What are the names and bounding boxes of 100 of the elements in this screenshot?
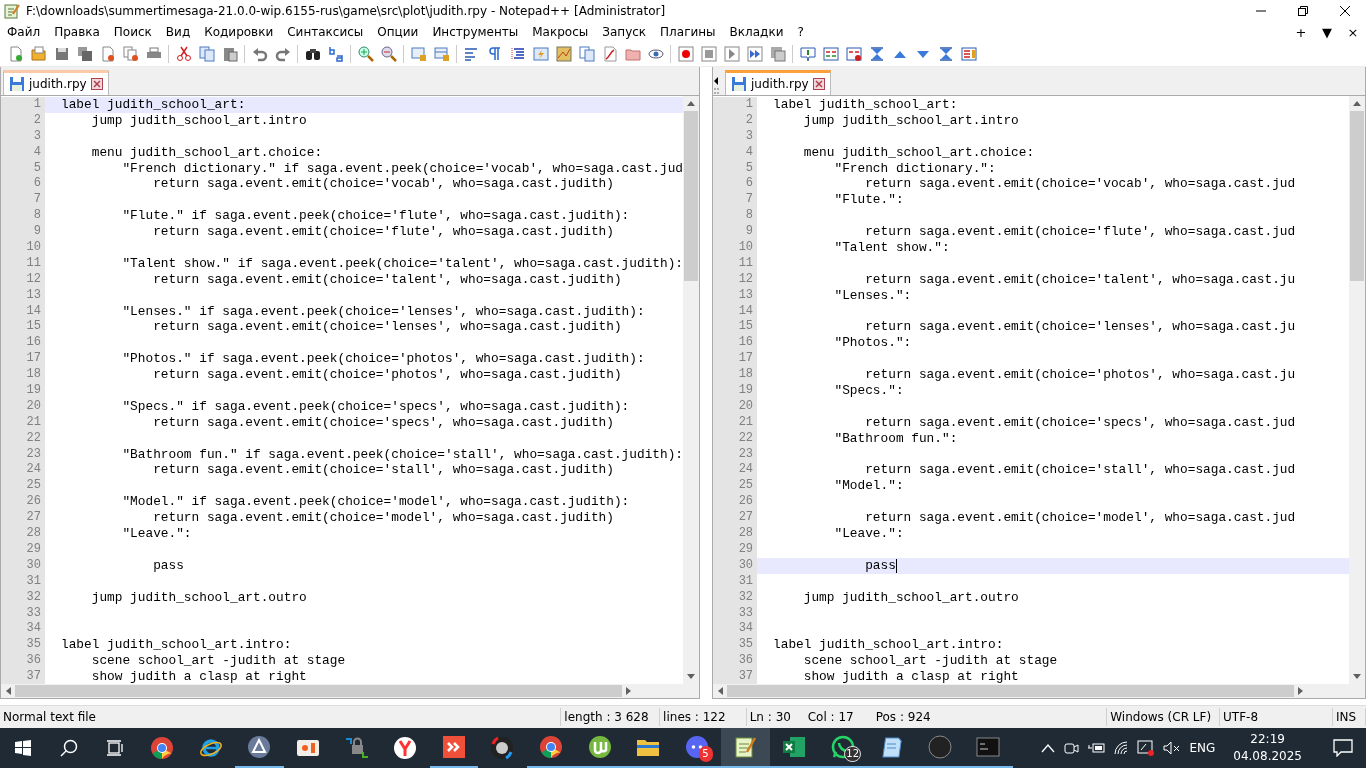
- menu-item[interactable]: Вкладки: [722, 25, 791, 39]
- menu-item[interactable]: Правка: [47, 25, 107, 39]
- panel-icon[interactable]: [960, 46, 977, 62]
- scroll-right-icon[interactable]: [626, 687, 633, 695]
- dark-circle-icon[interactable]: [927, 735, 952, 759]
- ring-icon[interactable]: [539, 735, 564, 759]
- battery-plug-icon[interactable]: [1087, 740, 1106, 756]
- floppy-icon[interactable]: [53, 46, 70, 62]
- pilcrow-icon[interactable]: [486, 46, 503, 62]
- zoom-in-icon[interactable]: [357, 46, 374, 62]
- balloon-number-icon[interactable]: [799, 46, 816, 62]
- restore-icon[interactable]: [1297, 5, 1309, 17]
- menu-item[interactable]: Макросы: [525, 25, 596, 39]
- files-minus-icon[interactable]: [122, 46, 139, 62]
- first-difference-icon[interactable]: [868, 46, 885, 62]
- scrollbar-thumb[interactable]: [684, 111, 699, 281]
- menu-item[interactable]: Кодировки: [197, 25, 281, 39]
- copy-icon[interactable]: [198, 46, 215, 62]
- floppy-icon: [9, 76, 25, 92]
- scroll-down-icon[interactable]: [687, 674, 696, 680]
- line-number: 27: [1, 510, 45, 527]
- menu-item[interactable]: Поиск: [106, 25, 159, 39]
- letter-y-icon[interactable]: [393, 736, 418, 760]
- menu-item[interactable]: Запуск: [595, 25, 654, 39]
- wifi-icon[interactable]: [1113, 740, 1130, 756]
- spreadsheet-icon[interactable]: [782, 735, 806, 759]
- menu-control[interactable]: +: [1288, 24, 1314, 40]
- document-curve-icon[interactable]: [601, 46, 618, 62]
- menu-item[interactable]: ?: [790, 25, 811, 39]
- menu-item[interactable]: Опции: [370, 25, 426, 39]
- scrollbar-thumb[interactable]: [15, 685, 623, 697]
- camera-icon[interactable]: [1063, 740, 1080, 756]
- line-number: 16: [1, 335, 45, 352]
- indent-lines-icon[interactable]: [509, 46, 526, 62]
- code-line: "Photos." if saga.event.peek(choice='photos', who=saga.cast.judith):: [121, 351, 645, 368]
- line-number: 7: [1, 192, 45, 209]
- file-tab[interactable]: judith.rpy: [3, 70, 109, 95]
- taskbar-app-button[interactable]: [721, 728, 770, 768]
- notepad-icon[interactable]: [879, 735, 904, 759]
- code-line: label judith_school_art.intro:: [773, 637, 1004, 654]
- last-difference-icon[interactable]: [937, 46, 954, 62]
- play-icon[interactable]: [723, 46, 740, 62]
- menu-item[interactable]: Синтаксисы: [280, 25, 371, 39]
- menu-control[interactable]: ×: [1340, 24, 1366, 40]
- disc-icon[interactable]: [247, 735, 272, 759]
- replace-icon[interactable]: [327, 46, 344, 62]
- notification-icon[interactable]: [1333, 739, 1353, 757]
- search-icon[interactable]: [60, 739, 78, 757]
- clipboard-icon[interactable]: [221, 46, 238, 62]
- stop-icon[interactable]: [700, 46, 717, 62]
- code-line: return saga.event.emit(choice='lenses', who=saga.cast.judith): [152, 319, 622, 336]
- globe-ring-icon[interactable]: [198, 736, 223, 760]
- monitor-alert-icon[interactable]: [1137, 740, 1156, 756]
- diff-remove-icon[interactable]: [845, 46, 862, 62]
- wrap-lines-icon[interactable]: [463, 46, 480, 62]
- task-view-icon[interactable]: [106, 740, 124, 756]
- lock-arrows-icon[interactable]: [344, 736, 369, 760]
- grid-page-icon[interactable]: [769, 46, 786, 62]
- code-line: "Talent show." if saga.event.peek(choice='talent', who=saga.cast.judith):: [121, 255, 684, 272]
- undo-icon[interactable]: [251, 46, 268, 62]
- close-tab-icon[interactable]: [90, 78, 103, 90]
- ring-icon[interactable]: [150, 736, 175, 760]
- binoculars-icon[interactable]: [304, 46, 321, 62]
- zoom-out-icon[interactable]: [380, 46, 397, 62]
- letter-mu-icon[interactable]: [587, 735, 612, 759]
- pages-icon[interactable]: [578, 46, 595, 62]
- scroll-up-icon[interactable]: [687, 100, 696, 106]
- vertical-scrollbar[interactable]: [683, 96, 700, 684]
- taskbar-app-button[interactable]: 12: [818, 728, 867, 768]
- notepad-pen-icon[interactable]: [733, 735, 758, 759]
- floppies-icon[interactable]: [76, 46, 93, 62]
- menu-item[interactable]: Вид: [158, 25, 198, 39]
- line-number: 24: [1, 462, 45, 479]
- fast-forward-icon[interactable]: [746, 46, 763, 62]
- clock[interactable]: 22:19 04.08.2025: [1233, 731, 1302, 765]
- file-minus-icon[interactable]: [99, 46, 116, 62]
- close-icon[interactable]: [1339, 5, 1351, 17]
- code-line: return saga.event.emit(choice='specs', who=saga.cast.judith): [152, 414, 614, 431]
- record-icon[interactable]: [677, 46, 694, 62]
- speaker-muted-icon[interactable]: [1163, 740, 1182, 756]
- console-icon[interactable]: [976, 735, 1001, 759]
- media-player-icon[interactable]: [490, 736, 515, 760]
- diff-lines-icon[interactable]: [822, 46, 839, 62]
- open-folder-icon[interactable]: [30, 46, 47, 62]
- line-number: 37: [1, 669, 45, 684]
- menu-item[interactable]: Инструменты: [425, 25, 526, 39]
- input-language[interactable]: ENG: [1189, 741, 1216, 755]
- menu-control[interactable]: ▼: [1314, 24, 1340, 40]
- horizontal-scrollbar[interactable]: [1, 684, 700, 698]
- redo-icon[interactable]: [274, 46, 291, 62]
- menu-item[interactable]: Плагины: [653, 25, 723, 39]
- new-file-icon[interactable]: [7, 46, 24, 62]
- scroll-left-icon[interactable]: [5, 687, 11, 695]
- eye-icon[interactable]: [647, 46, 664, 62]
- scissors-icon[interactable]: [175, 46, 192, 62]
- menu-item[interactable]: Файл: [0, 25, 48, 39]
- chevrons-icon[interactable]: [441, 735, 466, 759]
- chevron-up-icon[interactable]: [1041, 743, 1056, 753]
- window-lock-icon[interactable]: [433, 46, 450, 62]
- windows-logo-icon[interactable]: [15, 740, 31, 756]
